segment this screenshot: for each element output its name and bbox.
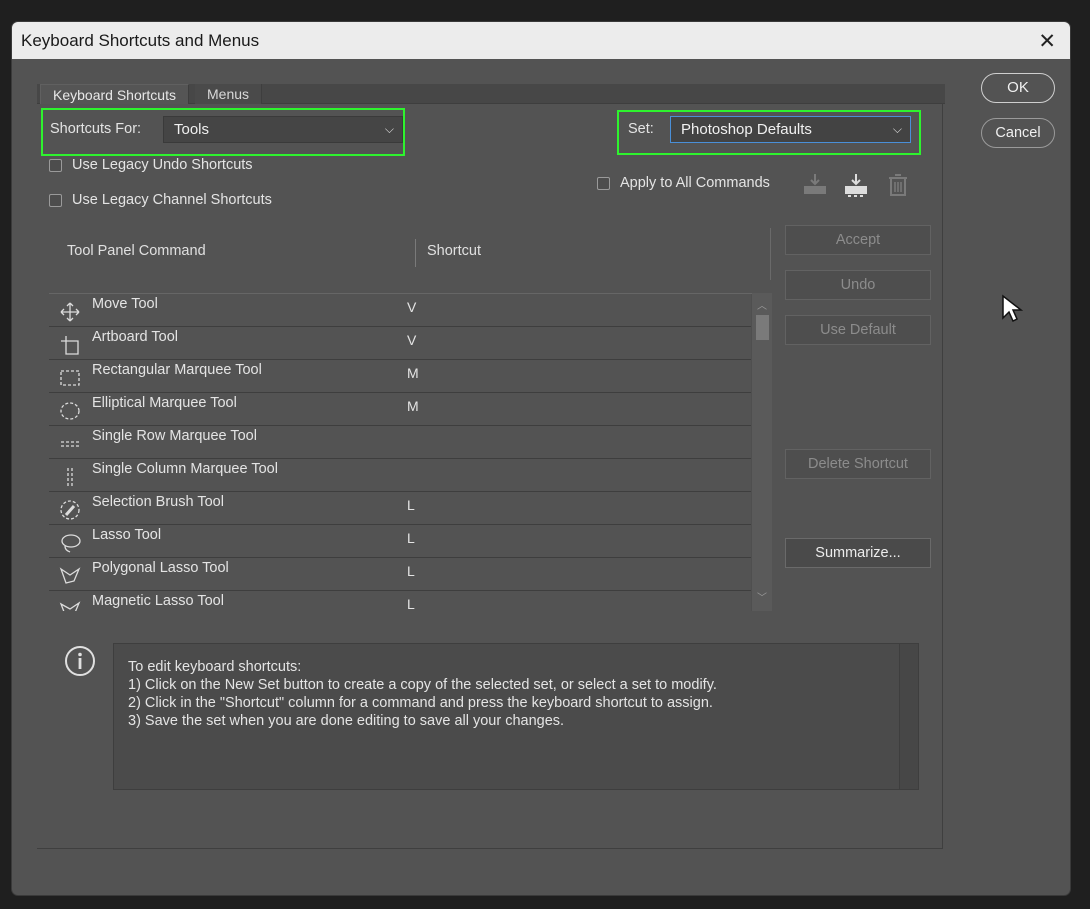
legacy-channel-label: Use Legacy Channel Shortcuts bbox=[72, 192, 272, 208]
column-header-shortcut: Shortcut bbox=[427, 243, 481, 259]
single-column-marquee-icon bbox=[59, 466, 81, 488]
set-value: Photoshop Defaults bbox=[681, 121, 812, 138]
delete-shortcut-button[interactable]: Delete Shortcut bbox=[785, 449, 931, 479]
shortcuts-for-select[interactable]: Tools ⌵ bbox=[163, 116, 403, 143]
keyboard-shortcuts-dialog: Keyboard Shortcuts and Menus ✕ Keyboard … bbox=[12, 22, 1070, 895]
command-name: Single Row Marquee Tool bbox=[92, 428, 257, 444]
delete-set-icon[interactable] bbox=[885, 172, 911, 198]
tab-keyboard-shortcuts[interactable]: Keyboard Shortcuts bbox=[40, 84, 189, 104]
shortcut-key[interactable]: L bbox=[407, 497, 415, 513]
title-bar: Keyboard Shortcuts and Menus ✕ bbox=[12, 22, 1070, 59]
chevron-down-icon: ⌵ bbox=[892, 122, 902, 136]
accept-button[interactable]: Accept bbox=[785, 225, 931, 255]
command-name: Artboard Tool bbox=[92, 329, 178, 345]
table-row[interactable]: Magnetic Lasso Tool L bbox=[49, 591, 751, 611]
table-row[interactable]: Polygonal Lasso Tool L bbox=[49, 558, 751, 591]
info-line: 1) Click on the New Set button to create… bbox=[128, 677, 717, 693]
command-name: Polygonal Lasso Tool bbox=[92, 560, 229, 576]
command-name: Magnetic Lasso Tool bbox=[92, 593, 224, 609]
shortcut-key[interactable]: V bbox=[407, 332, 416, 348]
apply-all-label: Apply to All Commands bbox=[620, 175, 770, 191]
polygonal-lasso-icon bbox=[59, 565, 81, 587]
column-header-command: Tool Panel Command bbox=[67, 243, 206, 259]
shortcut-table: Move Tool V Artboard Tool V Rectangular … bbox=[49, 293, 772, 611]
scroll-up-icon[interactable]: ︿ bbox=[757, 297, 767, 312]
command-name: Elliptical Marquee Tool bbox=[92, 395, 237, 411]
ellipse-marquee-icon bbox=[59, 400, 81, 422]
table-row[interactable]: Lasso Tool L bbox=[49, 525, 751, 558]
command-name: Lasso Tool bbox=[92, 527, 162, 543]
command-name: Move Tool bbox=[92, 296, 158, 312]
single-row-marquee-icon bbox=[59, 433, 81, 455]
tab-menus[interactable]: Menus bbox=[195, 84, 263, 104]
command-name: Single Column Marquee Tool bbox=[92, 461, 278, 477]
chevron-down-icon: ⌵ bbox=[384, 122, 394, 136]
shortcut-key[interactable]: M bbox=[407, 365, 419, 381]
table-row[interactable]: Rectangular Marquee Tool M bbox=[49, 360, 751, 393]
cancel-button[interactable]: Cancel bbox=[981, 118, 1055, 148]
info-scrollbar[interactable] bbox=[899, 644, 918, 789]
table-row[interactable]: Elliptical Marquee Tool M bbox=[49, 393, 751, 426]
set-select[interactable]: Photoshop Defaults ⌵ bbox=[670, 116, 911, 143]
apply-all-checkbox[interactable] bbox=[597, 177, 610, 190]
column-divider bbox=[415, 239, 416, 267]
command-name: Rectangular Marquee Tool bbox=[92, 362, 262, 378]
info-line: 2) Click in the "Shortcut" column for a … bbox=[128, 695, 713, 711]
table-row[interactable]: Move Tool V bbox=[49, 294, 751, 327]
table-scrollbar[interactable]: ︿ ﹀ bbox=[752, 293, 772, 611]
lasso-icon bbox=[59, 532, 81, 554]
scroll-thumb[interactable] bbox=[756, 315, 769, 340]
shortcut-key[interactable]: M bbox=[407, 398, 419, 414]
legacy-undo-checkbox[interactable] bbox=[49, 159, 62, 172]
close-icon[interactable]: ✕ bbox=[1038, 29, 1056, 54]
info-line: To edit keyboard shortcuts: bbox=[128, 659, 302, 675]
shortcut-key[interactable]: L bbox=[407, 563, 415, 579]
shortcut-key[interactable]: V bbox=[407, 299, 416, 315]
shortcut-key[interactable]: L bbox=[407, 596, 415, 611]
move-icon bbox=[59, 301, 81, 323]
info-text: To edit keyboard shortcuts: 1) Click on … bbox=[128, 658, 717, 730]
summarize-button[interactable]: Summarize... bbox=[785, 538, 931, 568]
table-row[interactable]: Single Row Marquee Tool bbox=[49, 426, 751, 459]
use-default-button[interactable]: Use Default bbox=[785, 315, 931, 345]
shortcuts-for-value: Tools bbox=[174, 121, 210, 138]
mouse-cursor-icon bbox=[1001, 294, 1024, 327]
selection-brush-icon bbox=[59, 499, 81, 521]
shortcut-key[interactable]: L bbox=[407, 530, 415, 546]
table-row[interactable]: Selection Brush Tool L bbox=[49, 492, 751, 525]
table-row[interactable]: Artboard Tool V bbox=[49, 327, 751, 360]
new-set-icon[interactable] bbox=[843, 172, 869, 198]
dialog-title: Keyboard Shortcuts and Menus bbox=[21, 31, 260, 50]
info-line: 3) Save the set when you are done editin… bbox=[128, 713, 565, 729]
save-set-icon[interactable] bbox=[802, 172, 828, 198]
artboard-icon bbox=[59, 334, 81, 356]
table-row[interactable]: Single Column Marquee Tool bbox=[49, 459, 751, 492]
scroll-down-icon[interactable]: ﹀ bbox=[757, 589, 767, 604]
magnetic-lasso-icon bbox=[59, 598, 81, 611]
header-divider bbox=[770, 228, 771, 280]
legacy-channel-checkbox[interactable] bbox=[49, 194, 62, 207]
info-box: To edit keyboard shortcuts: 1) Click on … bbox=[113, 643, 919, 790]
ok-button[interactable]: OK bbox=[981, 73, 1055, 103]
undo-button[interactable]: Undo bbox=[785, 270, 931, 300]
rect-marquee-icon bbox=[59, 367, 81, 389]
set-label: Set: bbox=[628, 121, 654, 137]
command-name: Selection Brush Tool bbox=[92, 494, 224, 510]
legacy-undo-label: Use Legacy Undo Shortcuts bbox=[72, 157, 253, 173]
info-icon bbox=[64, 645, 96, 680]
shortcuts-for-label: Shortcuts For: bbox=[50, 121, 142, 137]
